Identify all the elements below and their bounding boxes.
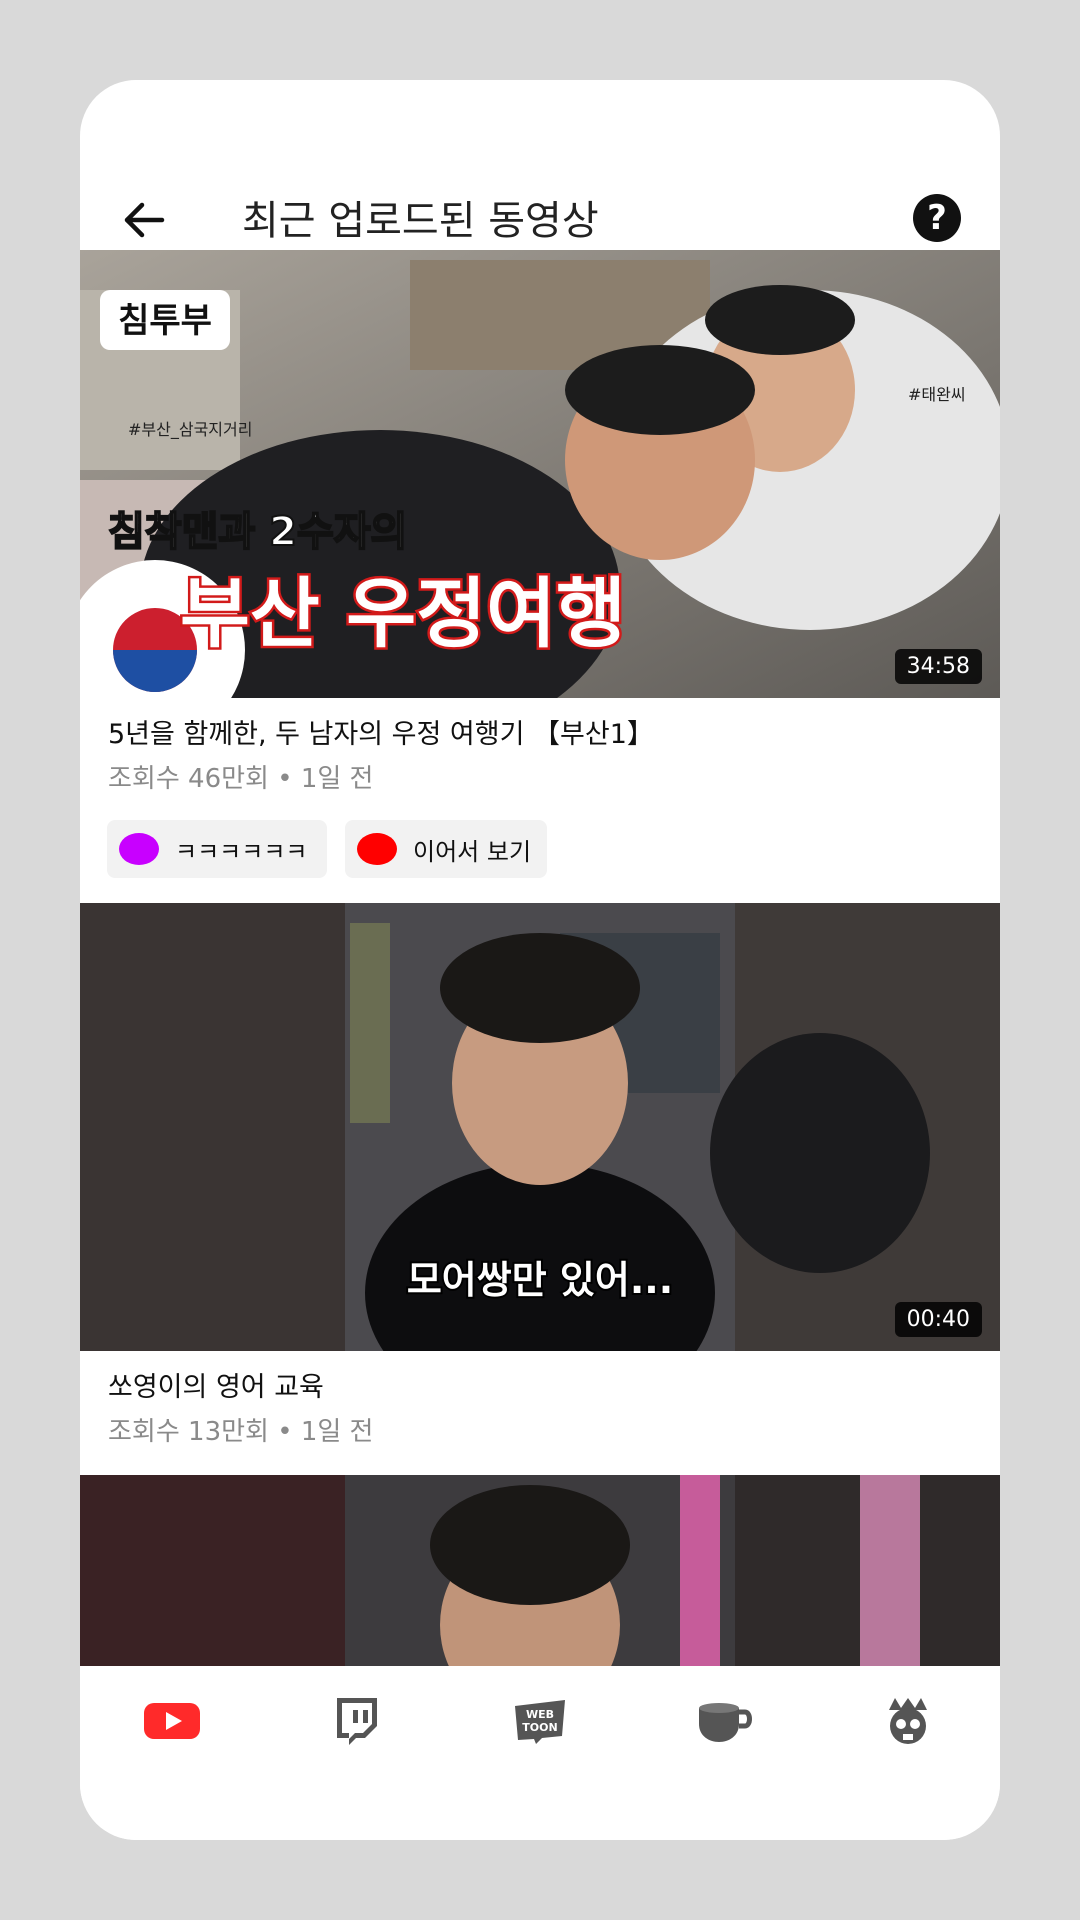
thumbnail-tag-right: #태완씨 [908, 385, 966, 404]
help-button[interactable]: ? [913, 194, 961, 242]
chip-label: 이어서 보기 [413, 837, 532, 866]
video-title[interactable]: 쏘영이의 영어 교육 [108, 1365, 324, 1404]
thumbnail-image: 모어쌍만 있어... [80, 903, 1000, 1351]
video-thumbnail[interactable] [80, 1475, 1000, 1666]
arrow-left-icon [124, 202, 165, 238]
nav-twitch[interactable] [296, 1686, 416, 1756]
red-dot-icon [357, 833, 397, 865]
video-meta: 조회수 13만회 • 1일 전 [108, 1417, 374, 1447]
video-thumbnail[interactable]: 모어쌍만 있어... 00:40 [80, 903, 1000, 1351]
webtoon-icon: WEB TOON [515, 1700, 565, 1744]
thumbnail-logo: 침투부 [118, 301, 212, 341]
duration-badge: 00:40 [894, 1302, 982, 1337]
twitch-icon [337, 1698, 377, 1745]
nav-webtoon[interactable]: WEB TOON [480, 1686, 600, 1756]
mascot-icon [889, 1698, 927, 1744]
thumbnail-headline-line2: 부산 우정여행 [180, 569, 626, 658]
video-title[interactable]: 5년을 함께한, 두 남자의 우정 여행기 【부산1】 [108, 712, 654, 751]
video-feed[interactable]: 침투부 #부산_삼국지거리 #태완씨 침착맨과 2수자의 부산 우정여행 34:… [80, 250, 1000, 1666]
page-title: 최근 업로드된 동영상 [242, 198, 599, 244]
chip-continue-watching[interactable]: 이어서 보기 [345, 820, 547, 878]
thumbnail-tag-left: #부산_삼국지거리 [128, 420, 252, 440]
duration-badge: 34:58 [894, 649, 982, 684]
svg-text:WEB: WEB [526, 1708, 554, 1721]
chip-label: ㅋㅋㅋㅋㅋㅋ [175, 837, 308, 866]
phone-frame: 최근 업로드된 동영상 ? 침투부 #부산_삼국지거리 #태완씨 침착맨과 2수… [80, 80, 1000, 1840]
video-meta: 조회수 46만회 • 1일 전 [108, 764, 374, 794]
nav-cafe[interactable] [664, 1686, 784, 1756]
nav-mascot[interactable] [848, 1686, 968, 1756]
video-thumbnail[interactable]: 침투부 #부산_삼국지거리 #태완씨 침착맨과 2수자의 부산 우정여행 34:… [80, 250, 1000, 698]
app-header: 최근 업로드된 동영상 ? [80, 80, 1000, 250]
youtube-icon [144, 1703, 200, 1739]
svg-text:TOON: TOON [522, 1721, 557, 1734]
thumbnail-headline-line1: 침착맨과 2수자의 [108, 509, 407, 555]
nav-youtube[interactable] [112, 1686, 232, 1756]
chip-reaction[interactable]: ㅋㅋㅋㅋㅋㅋ [107, 820, 327, 878]
question-circle-icon: ? [927, 198, 947, 238]
coffee-cup-icon [699, 1703, 752, 1742]
purple-dot-icon [119, 833, 159, 865]
thumbnail-caption: 모어쌍만 있어... [407, 1258, 673, 1302]
thumbnail-image [80, 1475, 1000, 1666]
thumbnail-image: 침투부 #부산_삼국지거리 #태완씨 침착맨과 2수자의 부산 우정여행 [80, 250, 1000, 698]
bottom-navigation: WEB TOON [80, 1666, 1000, 1840]
back-button[interactable] [114, 190, 174, 250]
